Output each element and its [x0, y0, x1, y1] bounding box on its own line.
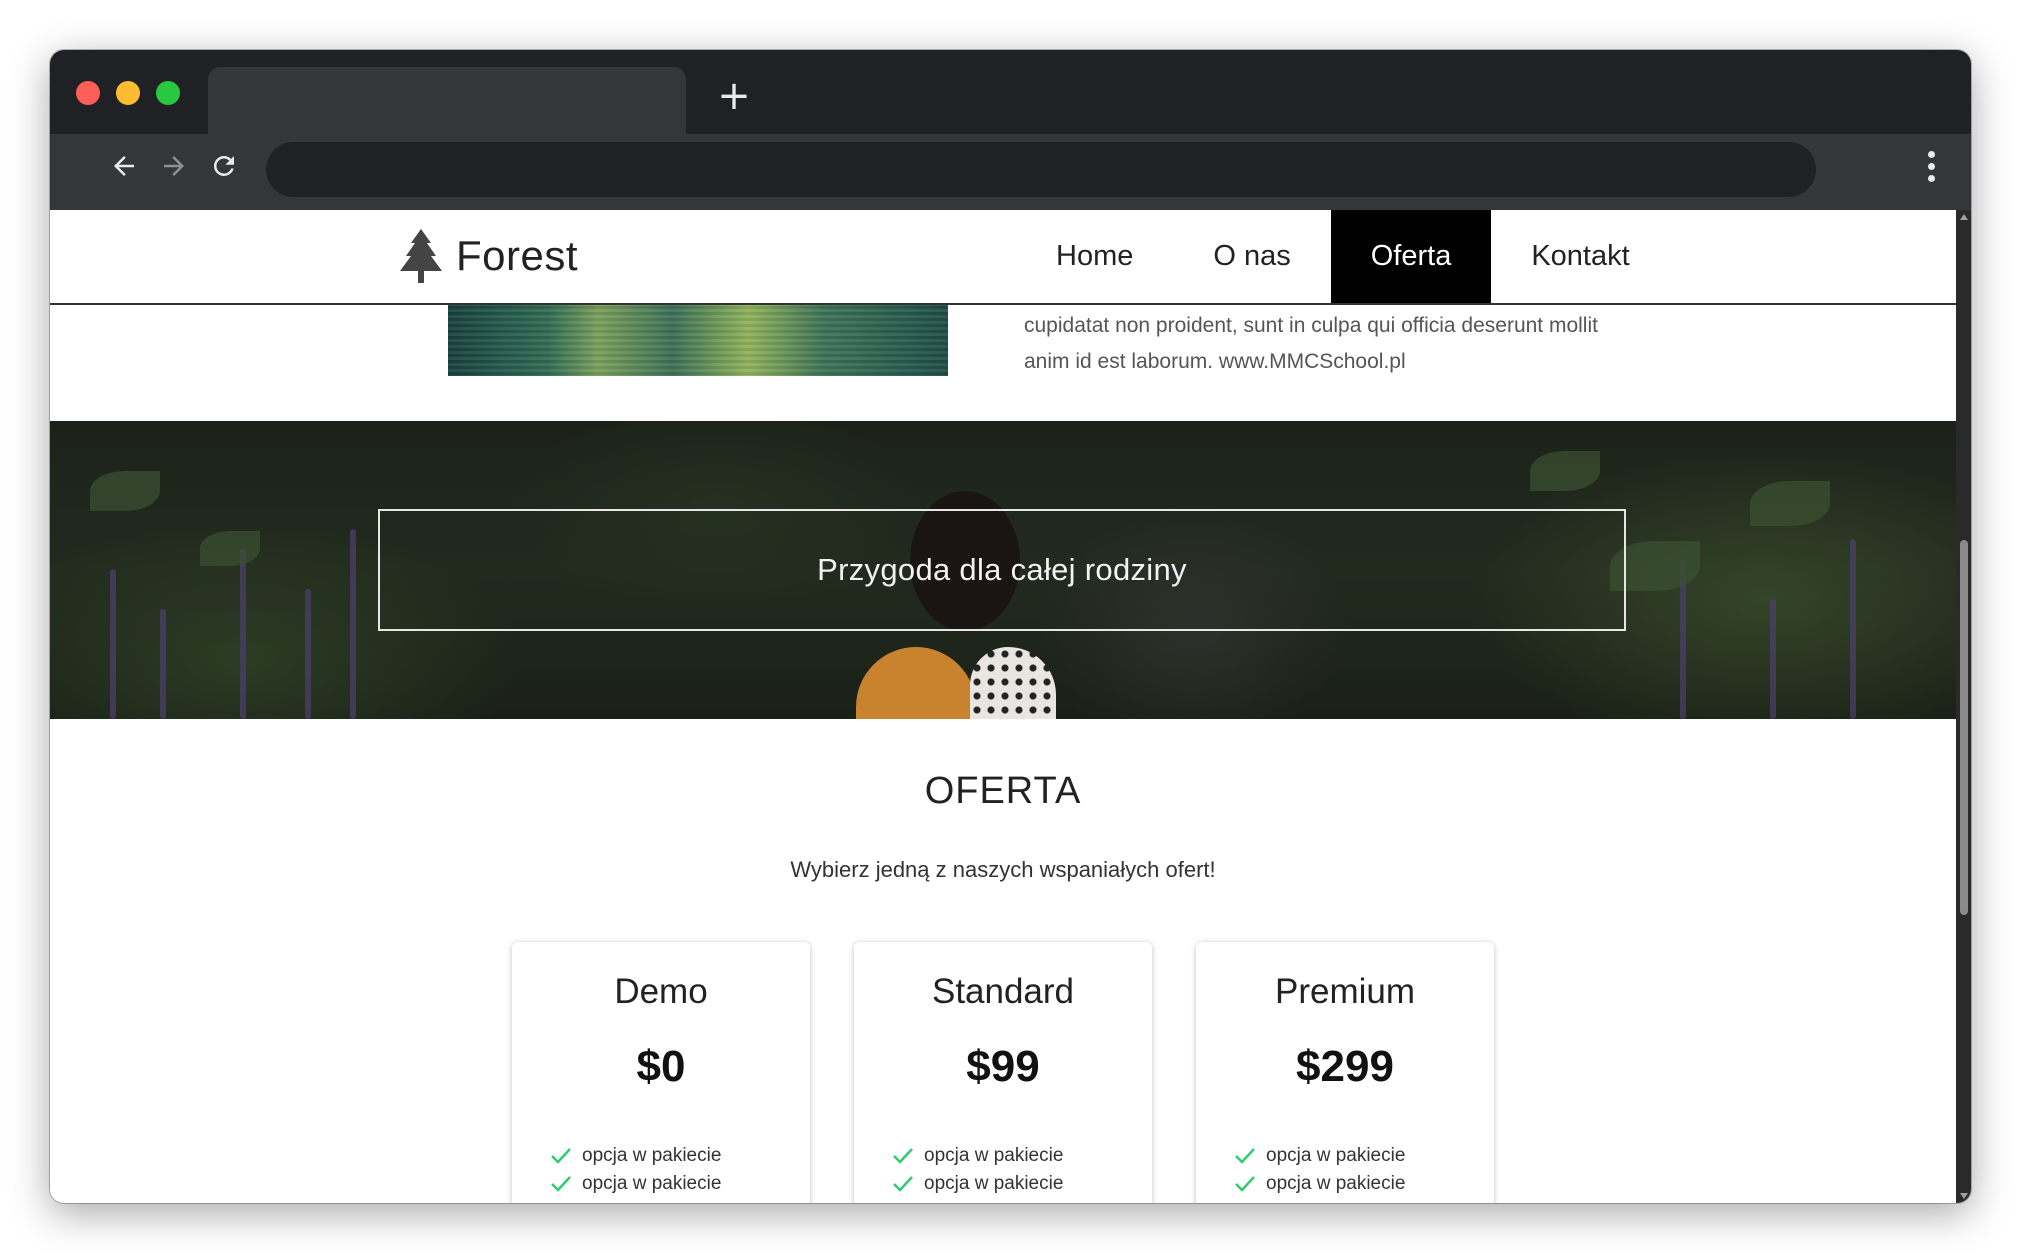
nav-item-oferta[interactable]: Oferta	[1330, 210, 1492, 303]
arrow-right-icon	[164, 156, 184, 176]
scroll-down-arrow-icon[interactable]	[1960, 1193, 1968, 1199]
feature-label: opcja w pakiecie	[1266, 1173, 1406, 1194]
forward-button[interactable]	[152, 144, 196, 188]
offer-subtitle: Wybierz jedną z naszych wspaniałych ofer…	[790, 857, 1216, 882]
feature-list: opcja w pakiecie opcja w pakiecie	[1234, 1142, 1405, 1198]
nav-item-kontakt[interactable]: Kontakt	[1491, 210, 1669, 303]
browser-window: + Forest Home O nas Oferta Kontakt cupid…	[50, 50, 1971, 1203]
check-icon	[551, 1176, 571, 1192]
feature-label: opcja w pakiecie	[1266, 1145, 1406, 1166]
feature-item: opcja w pakiecie	[1234, 1170, 1405, 1198]
feature-label: opcja w pakiecie	[924, 1145, 1064, 1166]
card-title: Premium	[1274, 972, 1416, 1011]
logo-text: Forest	[456, 232, 579, 279]
backpack-figure	[856, 647, 976, 719]
about-text: cupidatat non proident, sunt in culpa qu…	[1024, 308, 1664, 380]
page-scrollbar[interactable]	[1956, 210, 1971, 1203]
card-title: Standard	[931, 972, 1075, 1011]
browser-toolbar	[50, 134, 1971, 210]
site-header: Forest Home O nas Oferta Kontakt	[50, 210, 1956, 305]
scroll-up-arrow-icon[interactable]	[1960, 214, 1968, 220]
offer-card-premium[interactable]: Premium $299 opcja w pakiecie opcja w pa…	[1196, 942, 1494, 1203]
browser-tab[interactable]	[208, 67, 686, 134]
page-viewport: Forest Home O nas Oferta Kontakt cupidat…	[50, 210, 1956, 1203]
check-icon	[1235, 1148, 1255, 1164]
about-text-line: cupidatat non proident, sunt in culpa qu…	[1024, 314, 1598, 337]
logo[interactable]: Forest	[398, 228, 578, 284]
hero-banner: Przygoda dla całej rodziny	[50, 421, 1956, 719]
reload-icon	[213, 155, 234, 176]
card-title: Demo	[614, 972, 708, 1011]
about-text-line: anim id est laborum. www.MMCSchool.pl	[1024, 350, 1406, 373]
close-window-button[interactable]	[76, 81, 100, 105]
check-icon	[893, 1176, 913, 1192]
feature-list: opcja w pakiecie opcja w pakiecie	[550, 1142, 721, 1198]
address-bar[interactable]	[266, 142, 1816, 197]
shirt-figure	[970, 647, 1056, 719]
offer-card-demo[interactable]: Demo $0 opcja w pakiecie opcja w pakieci…	[512, 942, 810, 1203]
feature-item: opcja w pakiecie	[550, 1170, 721, 1198]
main-nav: Home O nas Oferta Kontakt	[1016, 210, 1670, 303]
about-image	[448, 303, 948, 376]
feature-label: opcja w pakiecie	[924, 1173, 1064, 1194]
hero-title-box: Przygoda dla całej rodziny	[378, 509, 1626, 631]
hero-title: Przygoda dla całej rodziny	[817, 552, 1187, 587]
tree-icon	[400, 229, 442, 283]
card-price: $0	[636, 1042, 686, 1091]
feature-item: opcja w pakiecie	[892, 1142, 1063, 1170]
scrollbar-thumb[interactable]	[1960, 540, 1968, 915]
feature-item: opcja w pakiecie	[1234, 1142, 1405, 1170]
nav-item-o-nas[interactable]: O nas	[1173, 210, 1330, 303]
card-price: $99	[966, 1042, 1040, 1091]
nav-item-home[interactable]: Home	[1016, 210, 1173, 303]
reload-button[interactable]	[202, 144, 246, 188]
feature-list: opcja w pakiecie opcja w pakiecie	[892, 1142, 1063, 1198]
card-price: $299	[1296, 1042, 1394, 1091]
maximize-window-button[interactable]	[156, 81, 180, 105]
feature-item: opcja w pakiecie	[550, 1142, 721, 1170]
back-button[interactable]	[102, 144, 146, 188]
minimize-window-button[interactable]	[116, 81, 140, 105]
check-icon	[1235, 1176, 1255, 1192]
check-icon	[551, 1148, 571, 1164]
arrow-left-icon	[114, 156, 134, 176]
offer-heading: OFERTA	[924, 770, 1082, 812]
new-tab-button[interactable]: +	[714, 76, 754, 116]
offer-card-standard[interactable]: Standard $99 opcja w pakiecie opcja w pa…	[854, 942, 1152, 1203]
tab-strip: +	[50, 50, 1971, 134]
feature-label: opcja w pakiecie	[582, 1145, 722, 1166]
feature-item: opcja w pakiecie	[892, 1170, 1063, 1198]
more-vert-icon[interactable]	[1921, 146, 1941, 190]
check-icon	[893, 1148, 913, 1164]
feature-label: opcja w pakiecie	[582, 1173, 722, 1194]
